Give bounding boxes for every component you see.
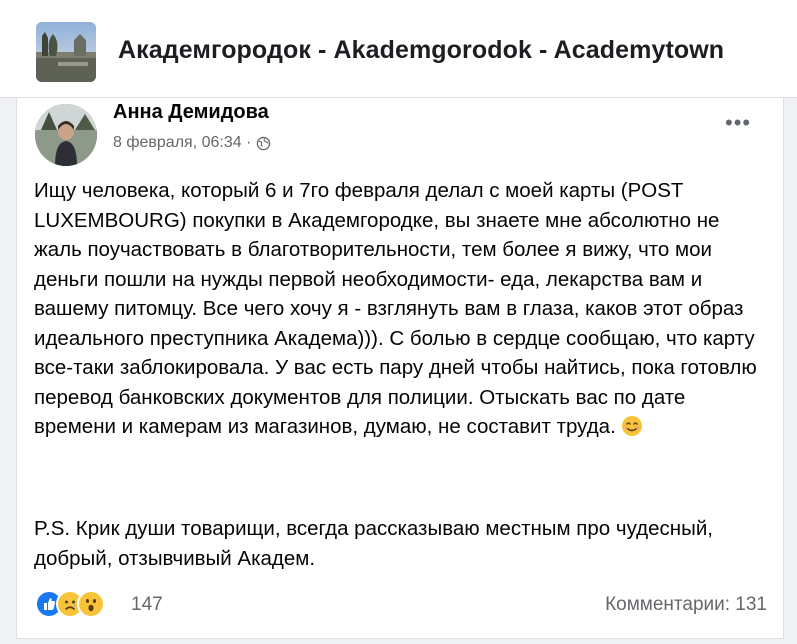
author-name[interactable]: Анна Демидова — [113, 101, 269, 124]
group-cover-thumbnail[interactable] — [36, 22, 96, 82]
post-body: Ищу человека, который 6 и 7го февраля де… — [34, 176, 770, 442]
post-meta: 8 февраля, 06:34 · — [113, 134, 271, 152]
reactions-count[interactable]: 147 — [131, 594, 163, 616]
post-body-text: Ищу человека, который 6 и 7го февраля де… — [34, 179, 757, 438]
author-avatar[interactable] — [35, 104, 97, 166]
comments-count[interactable]: Комментарии: 131 — [605, 594, 767, 616]
more-options-icon[interactable]: ••• — [725, 112, 751, 134]
smiling-face-icon — [621, 415, 643, 437]
globe-icon — [256, 136, 271, 151]
post-card: Анна Демидова 8 февраля, 06:34 · ••• Ищу… — [16, 98, 784, 639]
post-postscript: P.S. Крик души товарищи, всегда рассказы… — [34, 517, 713, 570]
reactions-summary[interactable] — [35, 590, 105, 618]
group-header: Академгородок - Akademgorodok - Academyt… — [0, 0, 797, 98]
group-title[interactable]: Академгородок - Akademgorodok - Academyt… — [118, 36, 724, 65]
post-date[interactable]: 8 февраля, 06:34 · — [113, 134, 251, 152]
wow-icon — [77, 590, 105, 618]
post-footer: 147 Комментарии: 131 — [17, 584, 783, 624]
